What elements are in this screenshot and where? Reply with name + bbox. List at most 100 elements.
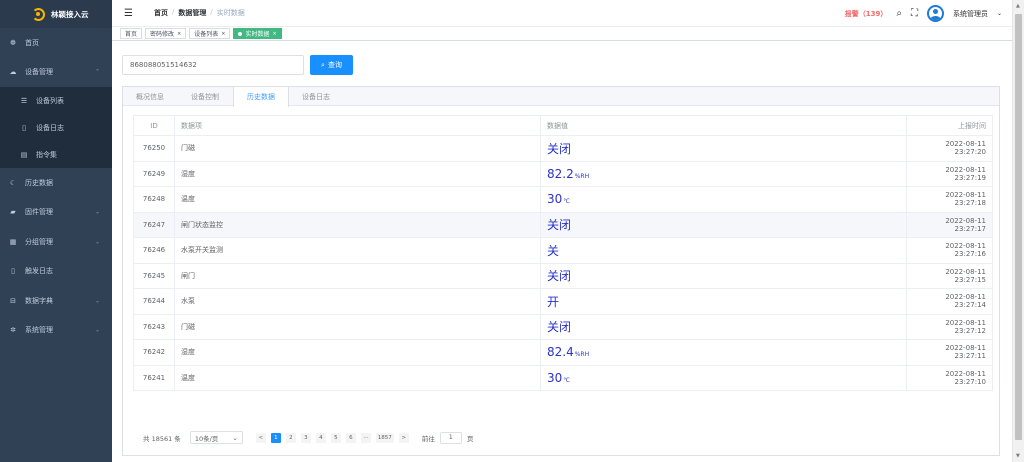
breadcrumb-data-management[interactable]: 数据管理 (178, 8, 206, 18)
sidebar-item-label: 历史数据 (25, 178, 53, 187)
tag-password-change[interactable]: 密码修改 × (145, 28, 187, 39)
cell-value: 关闭 (540, 313, 907, 340)
breadcrumb-separator: / (172, 8, 175, 16)
avatar[interactable] (926, 5, 944, 22)
value-unit: %RH (574, 351, 590, 359)
sidebar-item-firmware[interactable]: ▰ 固件管理 ⌄ (0, 198, 112, 228)
sidebar-item-trigger-log[interactable]: ▯ 触发日志 (0, 257, 112, 287)
page-button[interactable]: 6 (345, 432, 356, 443)
prev-page-button[interactable]: < (255, 432, 266, 443)
tag-home[interactable]: 首页 (120, 28, 143, 39)
list-icon: ☰ (20, 96, 28, 105)
value-text: 82.4 (547, 345, 574, 360)
page-button[interactable]: 2 (285, 432, 296, 443)
sidebar-item-system[interactable]: ✲ 系统管理 ⌄ (0, 316, 112, 346)
table-row[interactable]: 76242 湿度 82.4%RH 2022-08-11 23:27:11 (133, 339, 993, 366)
cloud-icon: ☁ (9, 68, 17, 77)
tab-device-log[interactable]: 设备日志 (289, 87, 344, 106)
value-text: 30 (547, 370, 563, 385)
page-button[interactable]: 4 (315, 432, 326, 443)
table-row[interactable]: 76248 温度 30℃ 2022-08-11 23:27:18 (133, 186, 993, 213)
tag-realtime-data[interactable]: 实时数据 × (233, 28, 282, 39)
sidebar-item-group[interactable]: ▦ 分组管理 ⌄ (0, 227, 112, 257)
sidebar-item-label: 系统管理 (25, 326, 53, 335)
tab-device-control[interactable]: 设备控制 (178, 87, 233, 106)
hamburger-icon[interactable]: ☰ (124, 8, 138, 19)
table-row[interactable]: 76241 温度 30℃ 2022-08-11 23:27:10 (133, 364, 993, 391)
page-button[interactable]: 1857 (375, 432, 394, 443)
username[interactable]: 系统管理员 (953, 9, 988, 19)
table-row[interactable]: 76249 湿度 82.2%RH 2022-08-11 23:27:19 (133, 160, 993, 187)
scroll-down-icon[interactable]: ▼ (1016, 453, 1020, 459)
cell-id: 76246 (133, 237, 175, 264)
fullscreen-icon[interactable]: ⛶ (911, 8, 918, 19)
page-button[interactable]: 5 (330, 432, 341, 443)
tag-label: 实时数据 (245, 31, 270, 38)
cell-item: 闸门 (174, 262, 541, 289)
sidebar-item-home[interactable]: ❁ 首页 (0, 28, 112, 58)
sidebar-item-dictionary[interactable]: ⊟ 数据字典 ⌄ (0, 286, 112, 316)
sidebar-item-device-management[interactable]: ☁ 设备管理 ⌃ (0, 58, 112, 88)
alarm-badge[interactable]: 报警（139） (845, 9, 888, 19)
tab-history-data[interactable]: 历史数据 (233, 87, 289, 107)
cell-id: 76242 (133, 339, 175, 366)
more-pages-button[interactable]: ··· (360, 432, 371, 443)
page-size-select[interactable]: 10条/页 ⌄ (189, 431, 243, 444)
scroll-up-icon[interactable]: ▲ (1016, 3, 1020, 9)
sidebar-item-history-data[interactable]: ☾ 历史数据 (0, 168, 112, 198)
close-icon[interactable]: × (272, 31, 276, 37)
sidebar-item-label: 指令集 (36, 150, 57, 159)
cell-item: 水泵 (174, 288, 541, 315)
close-icon[interactable]: × (177, 31, 181, 37)
table-row[interactable]: 76244 水泵 开 2022-08-11 23:27:14 (133, 288, 993, 315)
vertical-scrollbar[interactable]: ▲ ▼ (1012, 0, 1024, 462)
column-header-id: ID (133, 115, 175, 136)
sidebar-item-command-set[interactable]: ▤ 指令集 (0, 141, 112, 168)
firmware-icon: ▰ (10, 208, 16, 217)
column-header-value: 数据值 (540, 115, 907, 136)
cell-item: 温度 (174, 186, 541, 213)
table-row[interactable]: 76250 门磁 关闭 2022-08-11 23:27:20 (133, 135, 993, 162)
device-search-input[interactable] (122, 55, 304, 75)
sidebar-item-device-list[interactable]: ☰ 设备列表 (0, 87, 112, 114)
caret-down-icon[interactable]: ⌄ (997, 10, 1002, 17)
cell-id: 76247 (133, 211, 175, 238)
search-icon[interactable]: ⌕ (896, 8, 902, 19)
cell-item: 闸门状态监控 (174, 211, 541, 238)
value-unit: %RH (574, 172, 590, 180)
app-logo[interactable]: 林颖接入云 (0, 0, 112, 28)
next-page-button[interactable]: > (398, 432, 409, 443)
cell-id: 76243 (133, 313, 175, 340)
cell-value: 关闭 (540, 262, 907, 289)
page-button[interactable]: 1 (270, 432, 281, 443)
table-row[interactable]: 76243 门磁 关闭 2022-08-11 23:27:12 (133, 313, 993, 340)
cell-value: 82.4%RH (540, 339, 907, 366)
total-count: 共 18561 条 (143, 434, 181, 443)
goto-page-input[interactable]: 1 (439, 431, 462, 444)
breadcrumb-home[interactable]: 首页 (154, 8, 168, 18)
table-row[interactable]: 76246 水泵开关监测 关 2022-08-11 23:27:16 (133, 237, 993, 264)
close-icon[interactable]: × (221, 31, 225, 37)
cell-id: 76248 (133, 186, 175, 213)
tag-device-list[interactable]: 设备列表 × (189, 28, 231, 39)
cell-value: 82.2%RH (540, 160, 907, 187)
data-table: ID 数据项 数据值 上报时间 76250 门磁 关闭 2022-08-11 2… (133, 115, 993, 391)
table-row[interactable]: 76247 闸门状态监控 关闭 2022-08-11 23:27:17 (133, 211, 993, 238)
scrollbar-thumb[interactable] (1015, 14, 1022, 440)
cell-time: 2022-08-11 23:27:11 (906, 339, 993, 366)
page-button[interactable]: 3 (300, 432, 311, 443)
value-text: 关闭 (547, 141, 572, 156)
tags-view: 首页 密码修改 × 设备列表 × 实时数据 × (112, 27, 1012, 41)
table-row[interactable]: 76245 闸门 关闭 2022-08-11 23:27:15 (133, 262, 993, 289)
tag-label: 设备列表 (194, 31, 219, 38)
query-button[interactable]: ⌕ 查询 (310, 55, 353, 75)
cell-item: 湿度 (174, 339, 541, 366)
chevron-down-icon: ⌄ (94, 297, 100, 305)
cell-id: 76241 (133, 364, 175, 391)
value-text: 关闭 (547, 218, 572, 233)
cell-value: 关 (540, 237, 907, 264)
cell-time: 2022-08-11 23:27:14 (906, 288, 993, 315)
table-header-row: ID 数据项 数据值 上报时间 (133, 115, 993, 136)
sidebar-item-device-log[interactable]: ▯ 设备日志 (0, 114, 112, 141)
tab-overview[interactable]: 概况信息 (123, 87, 178, 106)
